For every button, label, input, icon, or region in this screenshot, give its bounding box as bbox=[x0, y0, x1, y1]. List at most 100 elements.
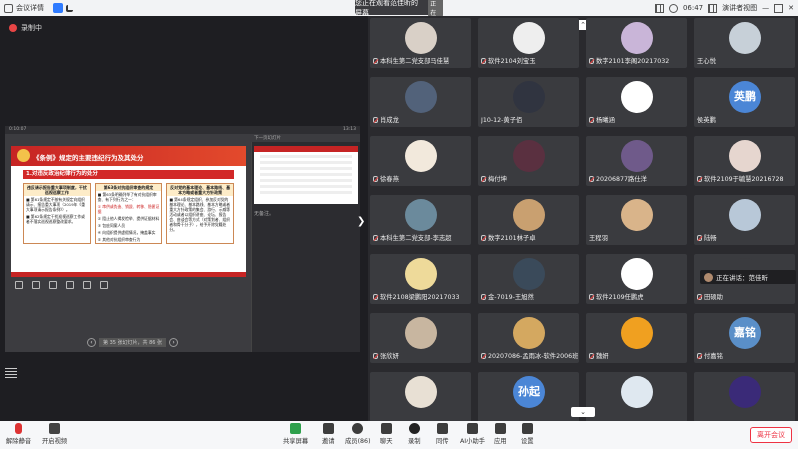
recording-icon bbox=[9, 24, 17, 32]
slide-column: 第63条对抗组织审查的规定 ■ 第63条明确列举了有对抗组织审查、有下列行为之一… bbox=[94, 183, 163, 244]
apps-label: 应用 bbox=[494, 438, 507, 445]
settings-button[interactable]: 设置 bbox=[521, 423, 534, 445]
slide-line: ■ 第63条明确列举了有对抗组织审查、有下列行为之一： bbox=[97, 192, 157, 202]
slide-line: ■ 第62条规定干扰巡视巡察工作或者不落实巡视巡察整改要求。 bbox=[26, 214, 85, 224]
participant-tile[interactable]: 嘉铭 付嘉铭 bbox=[694, 313, 795, 363]
participant-tile[interactable]: 软件2109任鹏虎 bbox=[586, 254, 687, 304]
unmute-button[interactable]: 解除静音 bbox=[6, 423, 31, 445]
participant-tile[interactable]: 软件2109于毓慧20216728 bbox=[694, 136, 795, 186]
avatar bbox=[513, 258, 545, 290]
participant-tile[interactable] bbox=[370, 372, 471, 422]
start-video-button[interactable]: 开启视频 bbox=[42, 423, 67, 445]
participant-tile[interactable]: 20206877路仕洋 bbox=[586, 136, 687, 186]
slide-column-header: 违反请示报告重大事项制度，干扰巡视巡察工作 bbox=[24, 184, 90, 196]
avatar bbox=[621, 81, 653, 113]
participant-name: 魏妍 bbox=[596, 353, 609, 360]
slide-line: ③ 包庇同案人员 bbox=[97, 223, 126, 228]
participant-tile[interactable]: 英鹏 侯英鹏 bbox=[694, 77, 795, 127]
pen-icon[interactable] bbox=[15, 281, 23, 289]
participant-name: 软件2109于毓慧20216728 bbox=[704, 176, 784, 183]
start-video-label: 开启视频 bbox=[42, 438, 68, 445]
expand-gallery-button[interactable]: ❯ bbox=[357, 216, 365, 227]
participant-tile[interactable]: J10-12-黄子佰 bbox=[478, 77, 579, 127]
subtitle-icon[interactable] bbox=[83, 281, 91, 289]
toolbar-grid-icon[interactable] bbox=[654, 3, 664, 13]
record-label: 录制 bbox=[408, 438, 421, 445]
participant-tile[interactable]: 王心悦 bbox=[694, 18, 795, 68]
participant-tile[interactable]: 金-7019-王旭然 bbox=[478, 254, 579, 304]
zoom-icon[interactable] bbox=[49, 281, 57, 289]
mic-muted-icon bbox=[697, 234, 702, 241]
next-slide-thumbnail[interactable] bbox=[254, 146, 358, 204]
participant-name: 侯英鹏 bbox=[697, 117, 716, 124]
participant-tile[interactable]: 陆畅 bbox=[694, 195, 795, 245]
participant-tile[interactable]: 魏妍 bbox=[586, 313, 687, 363]
view-mode-button[interactable]: 演讲者视图 bbox=[722, 3, 757, 13]
participant-tile[interactable] bbox=[586, 372, 687, 422]
shield-icon[interactable] bbox=[53, 3, 63, 13]
participant-name-row: 本科生第二党支部-李志超 bbox=[373, 233, 452, 242]
list-icon[interactable] bbox=[5, 368, 17, 378]
avatar bbox=[405, 199, 437, 231]
signal-icon bbox=[66, 4, 73, 12]
next-slide-panel: 下一页幻灯片 无备注。 bbox=[251, 136, 360, 352]
share-screen-button[interactable]: 共享屏幕 bbox=[283, 423, 308, 445]
apps-button[interactable]: 应用 bbox=[494, 423, 507, 445]
screen-icon[interactable] bbox=[66, 281, 74, 289]
bottom-toolbar: 解除静音 开启视频 共享屏幕 邀请 成员(86) 聊天 录制 同传 AI小助手 … bbox=[0, 421, 798, 449]
mic-muted-icon bbox=[589, 293, 594, 300]
participant-name-row: 金-7019-王旭然 bbox=[481, 292, 534, 301]
participant-name-row: 王程羽 bbox=[589, 233, 608, 242]
avatar bbox=[513, 81, 545, 113]
participant-tile[interactable]: 软件2104刘宝玉 bbox=[478, 18, 579, 68]
meeting-info-button[interactable]: 会议详情 bbox=[4, 3, 73, 13]
participant-tile[interactable]: 本科生第二党支部马佳慧 bbox=[370, 18, 471, 68]
avatar bbox=[513, 140, 545, 172]
participant-tile[interactable]: 数字2101李阁20217032 bbox=[586, 18, 687, 68]
participant-tile[interactable]: 徐春燕 bbox=[370, 136, 471, 186]
apps-icon bbox=[494, 423, 506, 434]
close-icon[interactable]: ✕ bbox=[788, 4, 794, 12]
slide-line: ⑤ 其他对抗组织审查行为 bbox=[97, 237, 141, 242]
slide-line: ① 串供或伪造、销毁、转移、隐匿证据 bbox=[97, 204, 160, 214]
participant-name: 本科生第二党支部马佳慧 bbox=[380, 58, 450, 65]
avatar bbox=[513, 199, 545, 231]
participant-tile[interactable]: 张欣妍 bbox=[370, 313, 471, 363]
translate-button[interactable]: 同传 bbox=[436, 423, 449, 445]
participant-tile[interactable]: 梅付坤 bbox=[478, 136, 579, 186]
participant-tile[interactable]: 肖成龙 bbox=[370, 77, 471, 127]
avatar: 嘉铭 bbox=[729, 317, 761, 349]
mic-muted-icon bbox=[373, 57, 378, 64]
prev-slide-button[interactable]: ‹ bbox=[87, 338, 96, 347]
participant-tile[interactable]: 本科生第二党支部-李志超 bbox=[370, 195, 471, 245]
participant-tile[interactable]: 20207086-孟雨冰-软件2006班 bbox=[478, 313, 579, 363]
participant-tile[interactable] bbox=[694, 372, 795, 422]
slide-footer bbox=[11, 272, 246, 277]
participant-name-row: 数字2101林子卓 bbox=[481, 233, 536, 242]
record-button[interactable]: 录制 bbox=[408, 423, 421, 445]
mic-muted-icon bbox=[15, 423, 23, 434]
participant-name: 梅付坤 bbox=[488, 176, 507, 183]
members-button[interactable]: 成员(86) bbox=[345, 423, 371, 445]
meeting-info-label: 会议详情 bbox=[16, 4, 44, 12]
participant-tile[interactable]: 孙起 bbox=[478, 372, 579, 422]
maximize-icon[interactable] bbox=[774, 3, 784, 13]
leave-meeting-button[interactable]: 离开会议 bbox=[750, 427, 792, 443]
slides-icon[interactable] bbox=[32, 281, 40, 289]
participant-name-row: 徐春燕 bbox=[373, 174, 399, 183]
slide-line: ■ 第61条规定不按有关规定向组织请示、报告重大事项（2019年《重大事项请示报… bbox=[26, 197, 86, 212]
next-slide-button[interactable]: › bbox=[169, 338, 179, 347]
participant-tile[interactable]: 王程羽 bbox=[586, 195, 687, 245]
avatar bbox=[405, 22, 437, 54]
participant-tile[interactable]: 数字2101林子卓 bbox=[478, 195, 579, 245]
participant-tile[interactable]: 软件2108梁鹏阳20217033 bbox=[370, 254, 471, 304]
ai-assistant-button[interactable]: AI小助手 bbox=[460, 423, 485, 445]
invite-button[interactable]: 邀请 bbox=[322, 423, 335, 445]
chat-button[interactable]: 聊天 bbox=[380, 423, 393, 445]
participant-tile[interactable]: 杨曦涵 bbox=[586, 77, 687, 127]
more-icon[interactable] bbox=[100, 281, 108, 289]
mic-muted-icon bbox=[589, 175, 594, 182]
mic-muted-icon bbox=[481, 57, 486, 64]
minimize-icon[interactable]: — bbox=[762, 4, 769, 12]
gallery-scroll-down-button[interactable]: ⌄ bbox=[571, 407, 595, 417]
